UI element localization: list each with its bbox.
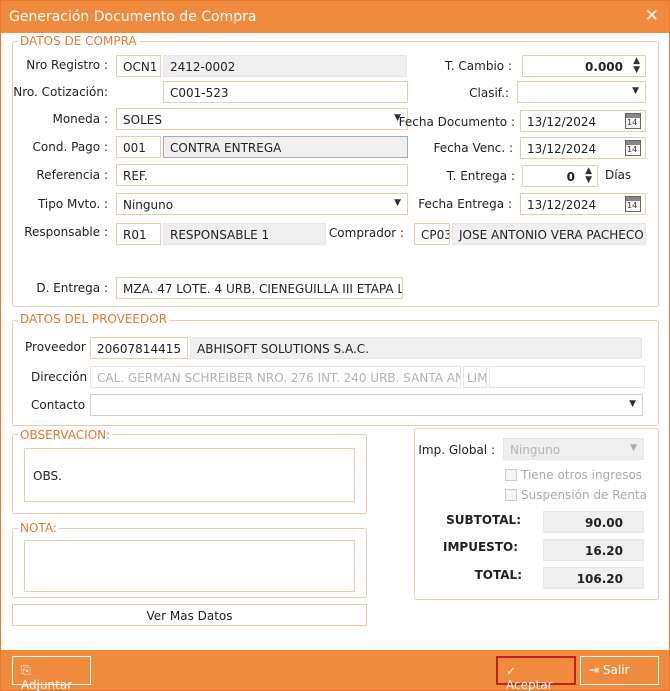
exit-icon: ⇥ bbox=[589, 663, 600, 677]
fecha-entrega-value: 13/12/2024 bbox=[527, 198, 597, 212]
nro-registro-serie[interactable]: OCN1 bbox=[116, 55, 161, 77]
fecha-venc-value: 13/12/2024 bbox=[527, 142, 597, 156]
direccion-input: CAL. GERMAN SCHREIBER NRO. 276 INT. 240 … bbox=[90, 366, 461, 388]
proveedor-label: Proveedor : bbox=[25, 340, 94, 354]
proveedor-ruc-input[interactable]: 20607814415 bbox=[90, 337, 188, 359]
chevron-down-icon: ▼ bbox=[629, 399, 636, 409]
salir-label: Salir bbox=[602, 663, 630, 677]
cond-pago-label: Cond. Pago : bbox=[32, 140, 108, 154]
nota-title: NOTA: bbox=[18, 521, 59, 535]
referencia-input[interactable]: REF. bbox=[116, 164, 408, 186]
contacto-select[interactable]: ▼ bbox=[90, 394, 643, 416]
tipo-mvto-label: Tipo Mvto. : bbox=[37, 197, 108, 211]
d-entrega-input[interactable]: MZA. 47 LOTE. 4 URB. CIENEGUILLA III ETA… bbox=[116, 277, 403, 299]
t-entrega-label: T. Entrega : bbox=[446, 169, 515, 183]
direccion-extra: LIM bbox=[463, 366, 487, 388]
subtotal-value: 90.00 bbox=[543, 511, 644, 533]
impuesto-label: IMPUESTO: bbox=[443, 540, 518, 554]
adjuntar-label: Adjuntar bbox=[21, 678, 73, 691]
adjuntar-button[interactable]: ⎘ Adjuntar bbox=[12, 656, 91, 691]
cond-pago-desc: CONTRA ENTREGA bbox=[163, 136, 408, 158]
total-label: TOTAL: bbox=[474, 568, 522, 582]
comprador-code[interactable]: CP03 bbox=[414, 223, 450, 245]
observacion-textarea[interactable]: OBS. bbox=[24, 448, 355, 502]
tipo-mvto-select[interactable]: Ninguno ▼ bbox=[116, 193, 408, 215]
chevron-down-icon: ▼ bbox=[394, 198, 401, 208]
close-icon[interactable]: ✕ bbox=[645, 6, 659, 26]
datos-compra-title: DATOS DE COMPRA bbox=[18, 34, 139, 48]
nota-textarea[interactable] bbox=[24, 540, 355, 592]
total-value: 106.20 bbox=[543, 567, 644, 589]
moneda-select[interactable]: SOLES ▼ bbox=[116, 108, 408, 130]
tipo-mvto-value: Ninguno bbox=[123, 198, 174, 212]
moneda-value: SOLES bbox=[123, 113, 162, 127]
d-entrega-label: D. Entrega : bbox=[36, 281, 108, 295]
aceptar-button[interactable]: ✓ Aceptar bbox=[496, 656, 576, 691]
purchase-document-window: Generación Documento de Compra ✕ DATOS D… bbox=[0, 0, 670, 691]
calendar-icon[interactable]: 14 bbox=[625, 140, 641, 156]
t-entrega-unit: Días bbox=[605, 168, 632, 182]
fecha-documento-input[interactable]: 13/12/2024 14 bbox=[520, 110, 646, 132]
moneda-label: Moneda : bbox=[52, 112, 108, 126]
fecha-venc-input[interactable]: 13/12/2024 14 bbox=[520, 137, 646, 159]
direccion-label: Dirección : bbox=[31, 370, 95, 384]
salir-button[interactable]: ⇥ Salir bbox=[580, 656, 659, 685]
paperclip-icon: ⎘ bbox=[21, 663, 31, 677]
t-cambio-label: T. Cambio : bbox=[444, 59, 512, 73]
comprador-label: Comprador : bbox=[328, 226, 404, 240]
title-bar[interactable]: Generación Documento de Compra ✕ bbox=[1, 1, 669, 33]
t-cambio-value: 0.000 bbox=[585, 60, 623, 74]
t-cambio-input[interactable]: 0.000 ▲ ▼ bbox=[522, 55, 646, 77]
suspension-label: Suspensión de Renta bbox=[521, 488, 648, 502]
calendar-icon[interactable]: 14 bbox=[625, 196, 641, 212]
spinner-icon[interactable]: ▲ ▼ bbox=[633, 57, 640, 75]
responsable-code[interactable]: R01 bbox=[116, 223, 161, 245]
fecha-documento-value: 13/12/2024 bbox=[527, 115, 597, 129]
tiene-otros-checkbox bbox=[505, 469, 517, 481]
impuesto-value: 16.20 bbox=[543, 539, 644, 561]
nro-cotizacion-input[interactable]: C001-523 bbox=[163, 81, 408, 103]
t-entrega-input[interactable]: 0 ▲ ▼ bbox=[522, 165, 598, 187]
chevron-down-icon: ▼ bbox=[632, 86, 639, 96]
calendar-icon[interactable]: 14 bbox=[625, 113, 641, 129]
comprador-desc: JOSE ANTONIO VERA PACHECO bbox=[452, 223, 646, 245]
referencia-label: Referencia : bbox=[36, 168, 108, 182]
clasif-select[interactable]: ▼ bbox=[517, 81, 646, 103]
tiene-otros-label: Tiene otros ingresos bbox=[521, 468, 643, 482]
spinner-icon[interactable]: ▲ ▼ bbox=[585, 167, 592, 185]
nro-cotizacion-label: Nro. Cotización: bbox=[13, 85, 108, 99]
observacion-title: OBSERVACION: bbox=[18, 428, 113, 442]
check-icon: ✓ bbox=[506, 664, 517, 678]
responsable-desc: RESPONSABLE 1 bbox=[163, 223, 326, 245]
imp-global-value: Ninguno bbox=[510, 443, 561, 457]
footer-bar: ⎘ Adjuntar ✓ Aceptar ⇥ Salir bbox=[1, 650, 669, 691]
fecha-entrega-label: Fecha Entrega : bbox=[418, 197, 512, 211]
contacto-label: Contacto : bbox=[31, 398, 93, 412]
fecha-entrega-input[interactable]: 13/12/2024 14 bbox=[520, 193, 646, 215]
proveedor-title: DATOS DEL PROVEEDOR bbox=[18, 312, 170, 326]
direccion-extra-2 bbox=[489, 366, 645, 388]
nro-registro-label: Nro Registro : bbox=[26, 58, 108, 72]
imp-global-select: Ninguno ▼ bbox=[503, 438, 644, 460]
clasif-label: Clasif.: bbox=[469, 86, 509, 100]
imp-global-label: Imp. Global : bbox=[418, 443, 495, 457]
cond-pago-code[interactable]: 001 bbox=[116, 136, 161, 158]
responsable-label: Responsable : bbox=[24, 225, 108, 239]
t-entrega-value: 0 bbox=[566, 170, 575, 184]
suspension-checkbox bbox=[505, 489, 517, 501]
observacion-value: OBS. bbox=[33, 469, 62, 483]
nro-registro-numero: 2412-0002 bbox=[163, 55, 407, 77]
proveedor-name: ABHISOFT SOLUTIONS S.A.C. bbox=[190, 337, 642, 359]
fecha-documento-label: Fecha Documento : bbox=[398, 115, 515, 129]
window-title: Generación Documento de Compra bbox=[9, 9, 257, 25]
subtotal-label: SUBTOTAL: bbox=[446, 513, 521, 527]
chevron-down-icon: ▼ bbox=[630, 443, 637, 453]
ver-mas-datos-button[interactable]: Ver Mas Datos bbox=[12, 604, 367, 626]
aceptar-label: Aceptar bbox=[506, 678, 553, 691]
fecha-venc-label: Fecha Venc. : bbox=[433, 141, 513, 155]
